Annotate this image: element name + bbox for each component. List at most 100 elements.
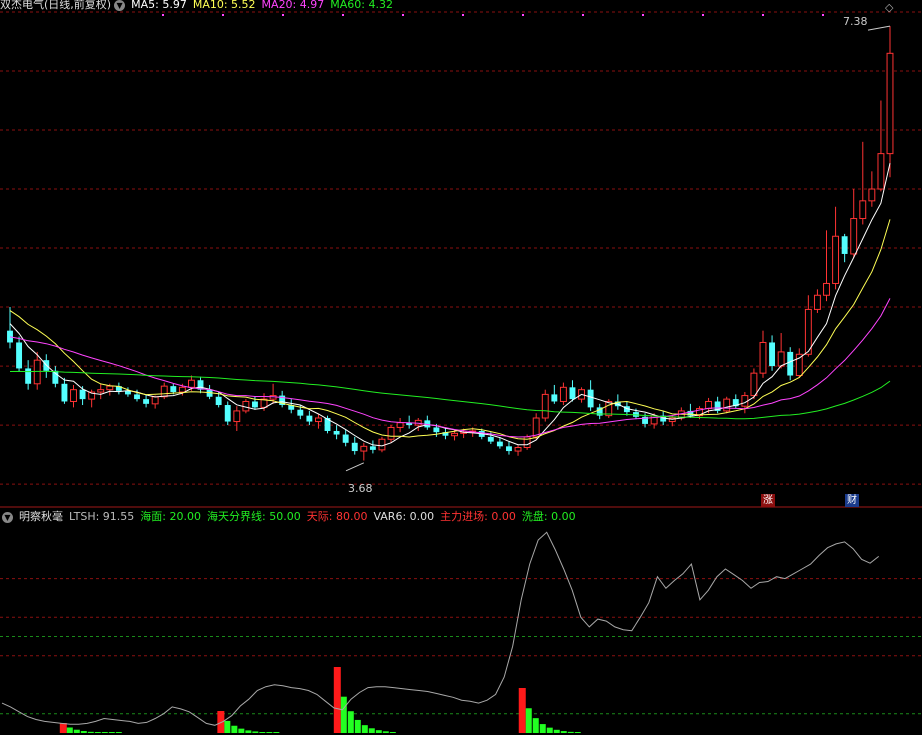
candle-body [705, 400, 713, 410]
top-marker [642, 14, 644, 16]
zhuli-readout: 主力进场: 0.00 [440, 510, 516, 523]
top-marker [342, 14, 344, 16]
top-marker [822, 14, 824, 16]
candle-body [850, 218, 858, 255]
xipan-bar [231, 725, 238, 733]
xipan-bar [245, 730, 252, 733]
haimian-readout: 海面: 20.00 [140, 510, 202, 523]
candle-body [106, 385, 114, 391]
candle-body [187, 379, 195, 388]
xipan-bar [266, 732, 273, 733]
candle-body [25, 368, 32, 384]
candle-body [569, 387, 576, 400]
ma20-line [9, 298, 891, 438]
candle-body [787, 351, 794, 376]
candle-body [823, 282, 830, 296]
candle-body [160, 385, 168, 398]
badge-zhang[interactable]: 涨 [761, 494, 775, 507]
xipan-bar [532, 718, 539, 733]
candle-body [151, 396, 159, 405]
xipan-bar [101, 732, 108, 733]
indicator-title: 明察秋毫 [19, 510, 63, 523]
candle-body [750, 372, 758, 397]
xipan-bar [546, 727, 553, 733]
ma60-readout: MA60: 4.32 [330, 0, 393, 11]
candle-body [224, 405, 231, 422]
candle-body [396, 422, 404, 428]
xipan-bar [238, 728, 245, 733]
top-marker [522, 14, 524, 16]
candle-body [813, 294, 821, 310]
candle-body [769, 342, 776, 367]
candle-body [7, 330, 13, 343]
top-marker [462, 14, 464, 16]
ma20-readout: MA20: 4.97 [261, 0, 325, 11]
candle-body [487, 436, 494, 442]
candle-body [360, 445, 368, 452]
candle-body [832, 235, 840, 284]
zhuli-bar [59, 723, 67, 733]
xipan-bar [368, 728, 375, 733]
chevron-down-icon[interactable]: ▼ [114, 0, 126, 11]
stock-title: 双杰电气(日线,前复权) [0, 0, 112, 11]
chart-canvas [0, 11, 922, 733]
xipan-bar [567, 731, 574, 733]
xipan-bar [539, 724, 546, 733]
candle-body [723, 398, 731, 412]
xipan-bar [259, 732, 266, 733]
low-pointer [345, 462, 365, 472]
candle-body [496, 441, 503, 447]
xipan-bar [347, 711, 354, 733]
ma10-readout: MA10: 5.52 [192, 0, 256, 11]
candle-body [506, 446, 512, 452]
candle-body [777, 351, 785, 367]
xipan-bar [108, 732, 115, 733]
xipan-bar [354, 719, 361, 733]
candle-body [79, 389, 86, 400]
candle-body [541, 393, 549, 419]
candle-body [841, 236, 848, 254]
var6-readout: VAR6: 0.00 [373, 510, 435, 523]
xipan-bar [525, 708, 532, 733]
candle-body [170, 386, 177, 393]
xipan-bar [94, 732, 101, 733]
xipan-bar [553, 729, 560, 733]
xipan-bar [73, 729, 80, 733]
haitian-readout: 海天分界线: 50.00 [207, 510, 301, 523]
high-pointer [867, 25, 891, 31]
candle-body [143, 399, 150, 404]
candle-body [70, 389, 77, 402]
xipan-bar [252, 731, 259, 733]
xipan-bar [375, 730, 382, 733]
top-marker [222, 14, 224, 16]
candle-body [868, 188, 876, 202]
candle-body [551, 394, 558, 402]
top-marker [162, 14, 164, 16]
ma5-line [9, 162, 891, 447]
candle-body [351, 442, 358, 452]
diamond-icon[interactable]: ◇ [885, 1, 893, 14]
low-price-label: 3.68 [348, 482, 373, 495]
candle-body [369, 446, 376, 450]
candle-body [387, 426, 395, 440]
candle-body [559, 386, 567, 402]
zhuli-bar [333, 667, 341, 733]
xipan-bar [574, 732, 581, 733]
ma5-readout: MA5: 5.97 [131, 0, 187, 11]
xipan-bar [66, 727, 73, 733]
main-panel-header: 双杰电气(日线,前复权) ▼ MA5: 5.97 MA10: 5.52 MA20: 4.… [0, 0, 399, 13]
chevron-down-icon[interactable]: ▼ [2, 511, 13, 523]
candle-body [859, 200, 867, 220]
candle-body [306, 415, 313, 422]
xipan-bar [361, 725, 368, 733]
candle-body [178, 386, 186, 393]
badge-cai[interactable]: 财 [845, 494, 859, 507]
xipan-bar [224, 720, 231, 733]
top-marker [402, 14, 404, 16]
candle-body [886, 52, 894, 155]
xipan-bar [389, 731, 396, 733]
xipan-bar [273, 732, 280, 733]
candle-body [759, 341, 767, 374]
candle-body [233, 410, 241, 423]
top-marker [282, 14, 284, 16]
